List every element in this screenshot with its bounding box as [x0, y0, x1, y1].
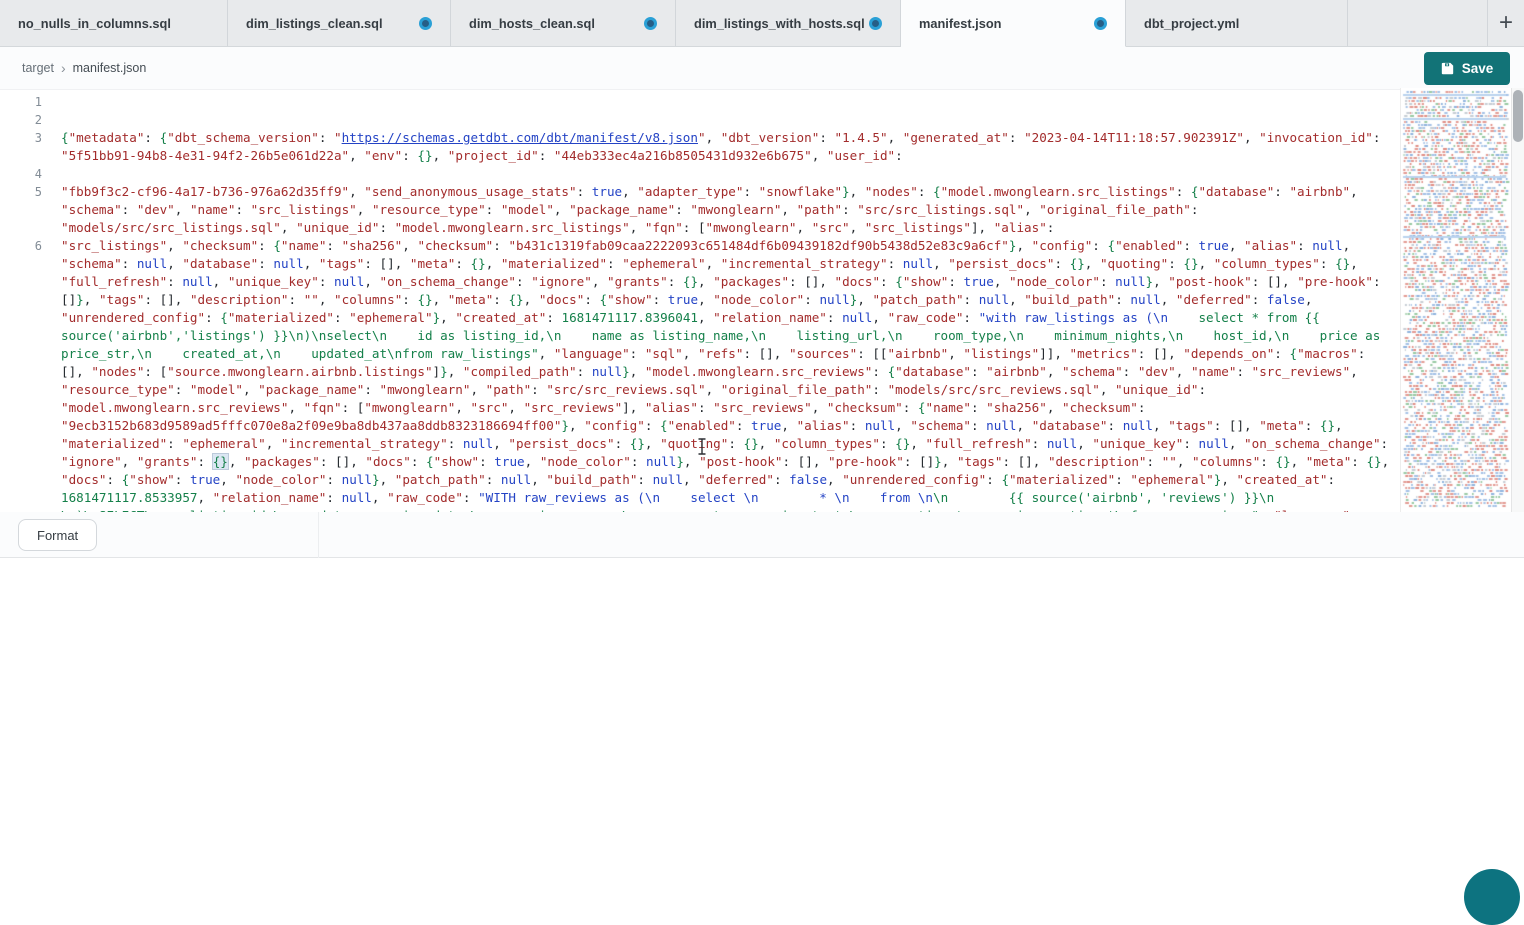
unsaved-changes-dot[interactable]	[419, 17, 432, 30]
code-line-content[interactable]: "fbb9f3c2-cf96-4a17-b736-976a62d35ff9", …	[42, 183, 1395, 237]
line-number: 3	[0, 129, 42, 165]
tab-label: dim_listings_clean.sql	[246, 16, 383, 31]
tab-label: no_nulls_in_columns.sql	[18, 16, 171, 31]
tab-label: dim_listings_with_hosts.sql	[694, 16, 865, 31]
bottom-panel: Format	[0, 512, 1524, 558]
unsaved-changes-dot[interactable]	[869, 17, 882, 30]
line-number: 4	[0, 165, 42, 183]
code-line[interactable]: 4	[0, 165, 1400, 183]
code-lines[interactable]: 123{"metadata": {"dbt_schema_version": "…	[0, 91, 1400, 512]
tab-label: dim_hosts_clean.sql	[469, 16, 595, 31]
plus-icon: +	[1499, 9, 1513, 37]
line-number: 5	[0, 183, 42, 237]
new-tab-button[interactable]: +	[1487, 0, 1524, 46]
line-number: 2	[0, 111, 42, 129]
tab-dbt_project.yml[interactable]: dbt_project.yml	[1126, 0, 1348, 46]
tab-dim_listings_with_hosts.sql[interactable]: dim_listings_with_hosts.sql	[676, 0, 901, 46]
save-button-label: Save	[1462, 61, 1494, 76]
code-line[interactable]: 2	[0, 111, 1400, 129]
tab-label: manifest.json	[919, 16, 1002, 31]
tab-dim_listings_clean.sql[interactable]: dim_listings_clean.sql	[228, 0, 451, 46]
breadcrumb-item-target[interactable]: target	[22, 61, 54, 75]
breadcrumb: target › manifest.json	[22, 61, 146, 76]
code-line-content[interactable]	[42, 93, 1395, 111]
tab-label: dbt_project.yml	[1144, 16, 1239, 31]
tab-bar-spacer	[1348, 0, 1487, 46]
unsaved-changes-dot[interactable]	[644, 17, 657, 30]
results-empty-area	[0, 558, 1524, 875]
help-chat-bubble[interactable]	[1464, 869, 1520, 925]
floppy-disk-icon	[1441, 62, 1454, 75]
tab-no_nulls_in_columns.sql[interactable]: no_nulls_in_columns.sql	[0, 0, 228, 46]
tab-bar: no_nulls_in_columns.sql dim_listings_clea…	[0, 0, 1524, 47]
code-line[interactable]: 6"src_listings", "checksum": {"name": "s…	[0, 237, 1400, 512]
code-line[interactable]: 1	[0, 93, 1400, 111]
tab-manifest.json[interactable]: manifest.json	[901, 0, 1126, 47]
minimap[interactable]	[1400, 88, 1511, 512]
line-number: 1	[0, 93, 42, 111]
code-line-content[interactable]	[42, 165, 1395, 183]
editor-toolbar: target › manifest.json Save	[0, 47, 1524, 90]
code-line-content[interactable]	[42, 111, 1395, 129]
unsaved-changes-dot[interactable]	[1094, 17, 1107, 30]
chevron-right-icon: ›	[61, 60, 66, 76]
tab-dim_hosts_clean.sql[interactable]: dim_hosts_clean.sql	[451, 0, 676, 46]
panel-divider	[318, 512, 319, 558]
save-button[interactable]: Save	[1424, 52, 1510, 85]
line-number: 6	[0, 237, 42, 512]
code-line[interactable]: 3{"metadata": {"dbt_schema_version": "ht…	[0, 129, 1400, 165]
open-file-tabs: no_nulls_in_columns.sql dim_listings_clea…	[0, 0, 1348, 46]
code-line[interactable]: 5"fbb9f3c2-cf96-4a17-b736-976a62d35ff9",…	[0, 183, 1400, 237]
scrollbar-thumb[interactable]	[1513, 90, 1523, 142]
code-line-content[interactable]: "src_listings", "checksum": {"name": "sh…	[42, 237, 1395, 512]
code-line-content[interactable]: {"metadata": {"dbt_schema_version": "htt…	[42, 129, 1395, 165]
vertical-scrollbar[interactable]	[1511, 88, 1524, 512]
breadcrumb-item-file[interactable]: manifest.json	[73, 61, 147, 75]
format-button[interactable]: Format	[18, 519, 97, 551]
code-editor[interactable]: 123{"metadata": {"dbt_schema_version": "…	[0, 91, 1400, 512]
